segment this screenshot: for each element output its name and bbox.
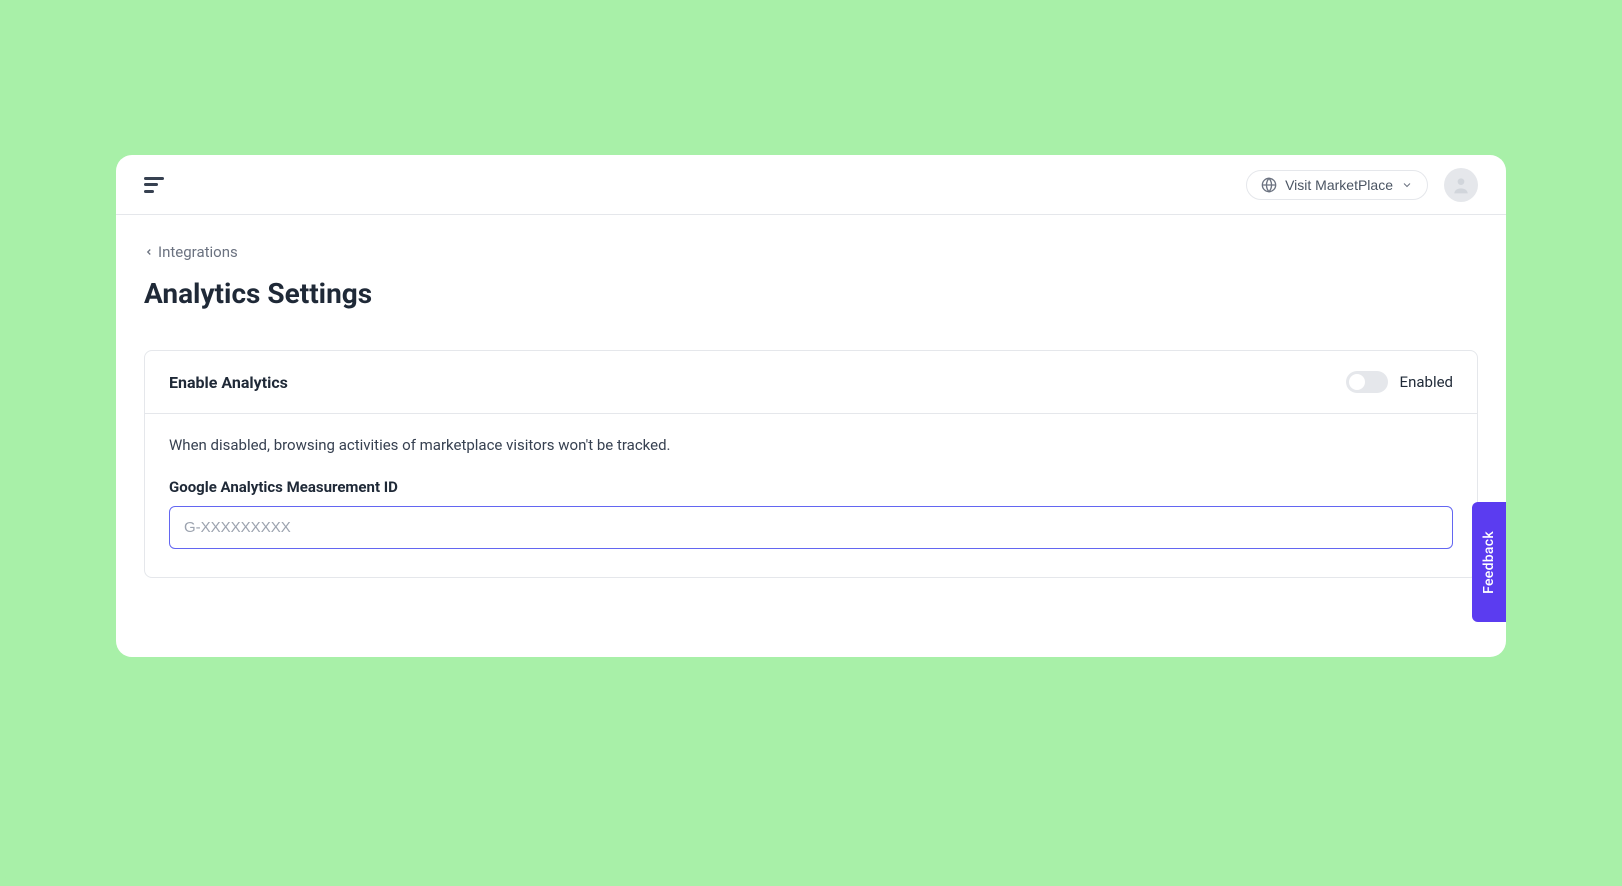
enable-analytics-toggle[interactable] <box>1346 371 1388 393</box>
menu-icon[interactable] <box>144 177 166 193</box>
card-body: When disabled, browsing activities of ma… <box>145 414 1477 577</box>
toggle-label: Enabled <box>1400 373 1453 391</box>
top-bar: Visit MarketPlace <box>116 155 1506 215</box>
card-header: Enable Analytics Enabled <box>145 351 1477 414</box>
page-title: Analytics Settings <box>144 277 1478 310</box>
top-bar-right: Visit MarketPlace <box>1246 168 1478 202</box>
feedback-label: Feedback <box>1481 531 1497 594</box>
breadcrumb-back[interactable]: Integrations <box>144 243 238 261</box>
chevron-down-icon <box>1401 179 1413 191</box>
card-toggle-group: Enabled <box>1346 371 1453 393</box>
chevron-left-icon <box>144 245 154 259</box>
visit-marketplace-label: Visit MarketPlace <box>1285 177 1393 193</box>
visit-marketplace-button[interactable]: Visit MarketPlace <box>1246 170 1428 200</box>
user-icon <box>1451 175 1471 195</box>
measurement-id-input[interactable] <box>169 506 1453 549</box>
card-description: When disabled, browsing activities of ma… <box>169 436 1453 454</box>
measurement-id-label: Google Analytics Measurement ID <box>169 478 1453 496</box>
avatar[interactable] <box>1444 168 1478 202</box>
globe-icon <box>1261 177 1277 193</box>
main-content: Integrations Analytics Settings Enable A… <box>116 215 1506 578</box>
app-background: Visit MarketPlace Integratio <box>0 0 1622 886</box>
analytics-card: Enable Analytics Enabled When disabled, … <box>144 350 1478 578</box>
feedback-tab[interactable]: Feedback <box>1472 502 1506 622</box>
breadcrumb-label: Integrations <box>158 243 238 261</box>
app-window: Visit MarketPlace Integratio <box>116 155 1506 657</box>
card-title: Enable Analytics <box>169 373 288 392</box>
